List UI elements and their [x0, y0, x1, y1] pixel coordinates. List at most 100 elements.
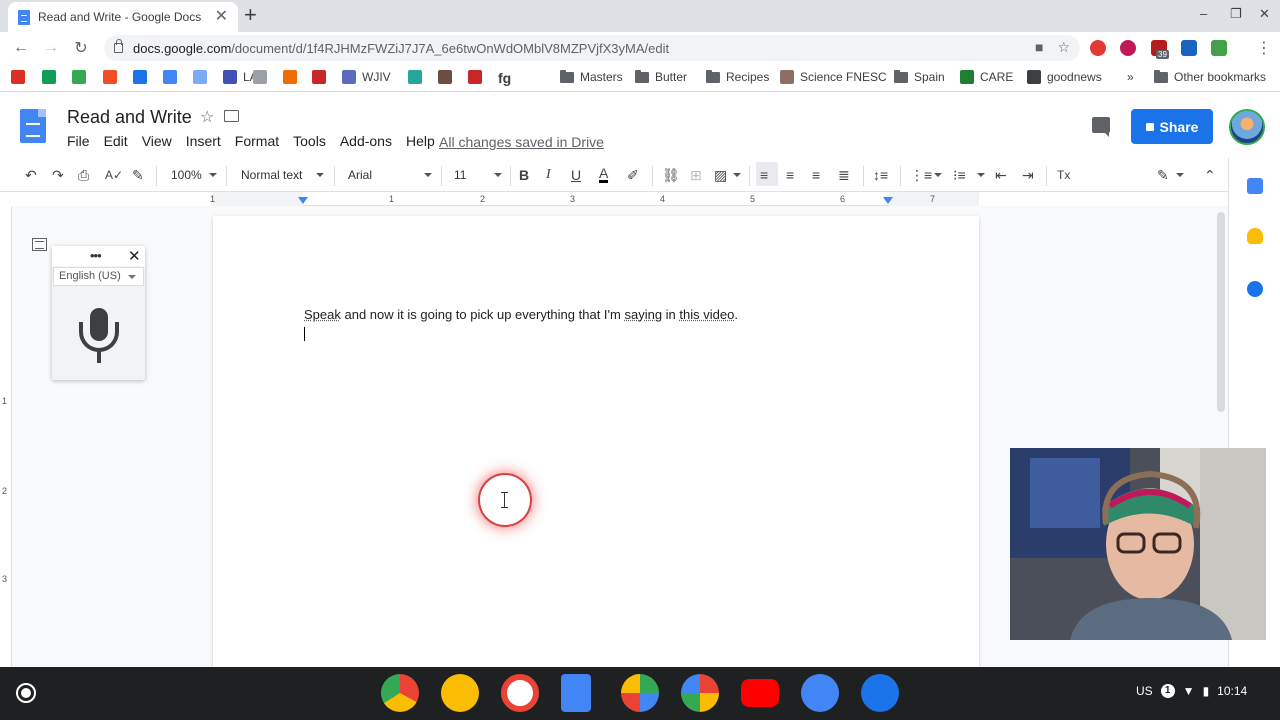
document-title[interactable]: Read and Write [67, 107, 192, 128]
bookmark-item[interactable]: Science FNESC [780, 70, 887, 84]
redo-icon[interactable]: ↷ [52, 166, 64, 184]
menu-insert[interactable]: Insert [186, 133, 235, 149]
justify-icon[interactable]: ≣ [838, 166, 850, 184]
back-button[interactable]: ← [8, 39, 34, 57]
menu-edit[interactable]: Edit [104, 133, 142, 149]
bookmark-item[interactable] [283, 70, 297, 84]
increase-indent-icon[interactable]: ⇥ [1022, 166, 1034, 184]
italic-button[interactable]: I [546, 166, 551, 184]
left-indent-marker[interactable] [298, 197, 308, 204]
forward-button[interactable]: → [38, 39, 64, 57]
star-icon[interactable]: ☆ [200, 107, 214, 127]
font-select[interactable]: Arial [348, 168, 432, 182]
bulleted-list-icon[interactable]: ⁝≡ [953, 166, 966, 184]
bold-button[interactable]: B [519, 166, 529, 184]
bookmark-item[interactable]: Masters [560, 69, 623, 84]
right-indent-marker[interactable] [883, 197, 893, 204]
photos-app-icon[interactable] [681, 674, 719, 712]
microphone-button[interactable] [79, 308, 119, 366]
bookmark-item[interactable] [103, 70, 117, 84]
paint-format-icon[interactable]: ✎ [132, 166, 144, 184]
messages-app-icon[interactable] [861, 674, 899, 712]
bookmark-item[interactable]: Butter [635, 69, 687, 84]
reload-button[interactable]: ↻ [68, 38, 94, 58]
font-size-select[interactable]: 11 [454, 168, 502, 182]
text-color-button[interactable]: A [599, 166, 609, 183]
minimize-button[interactable]: – [1200, 6, 1207, 21]
decrease-indent-icon[interactable]: ⇤ [995, 166, 1007, 184]
new-tab-button[interactable]: + [244, 4, 257, 26]
document-body-text[interactable]: Speak and now it is going to pick up eve… [304, 307, 738, 322]
bookmark-item[interactable] [253, 70, 267, 84]
document-outline-icon[interactable] [32, 238, 47, 251]
youtube-app-icon[interactable] [741, 679, 779, 707]
bookmark-item[interactable] [438, 70, 452, 84]
move-to-folder-icon[interactable] [224, 110, 239, 122]
calendar-icon[interactable] [1247, 178, 1263, 194]
collapse-menus-icon[interactable]: ⌃ [1204, 166, 1216, 184]
maximize-button[interactable]: ❐ [1230, 6, 1242, 22]
bookmark-item[interactable] [468, 70, 482, 84]
extension-icon[interactable] [1090, 40, 1106, 56]
numbered-list-icon[interactable]: ⋮≡ [910, 166, 932, 184]
align-right-icon[interactable]: ≡ [812, 166, 820, 184]
status-tray[interactable]: US 1 ▼ ▮ 10:14 [1136, 684, 1247, 698]
editing-mode-icon[interactable]: ✎ [1157, 166, 1169, 184]
extension-icon[interactable] [1120, 40, 1136, 56]
bookmark-item[interactable] [72, 70, 86, 84]
bookmark-item[interactable]: Spain [894, 69, 945, 84]
save-status[interactable]: All changes saved in Drive [439, 134, 604, 150]
link-icon[interactable]: ⛓ [662, 166, 680, 184]
highlight-icon[interactable]: ✐ [627, 166, 639, 184]
zoom-select[interactable]: 100% [171, 168, 217, 182]
menu-addons[interactable]: Add-ons [340, 133, 406, 149]
docs-app-icon[interactable] [561, 674, 591, 712]
bookmark-item[interactable] [408, 70, 422, 84]
tasks-icon[interactable] [1247, 281, 1263, 297]
menu-tools[interactable]: Tools [293, 133, 340, 149]
line-spacing-icon[interactable]: ↕≡ [873, 166, 888, 184]
comment-add-icon[interactable]: ⊞ [690, 166, 702, 184]
comment-history-icon[interactable] [1092, 117, 1110, 137]
play-store-app-icon[interactable] [621, 674, 659, 712]
bookmark-item[interactable] [42, 70, 56, 84]
style-select[interactable]: Normal text [241, 168, 325, 182]
chrome-menu-icon[interactable]: ⋮ [1256, 38, 1272, 58]
chrome-app-icon[interactable] [381, 674, 419, 712]
docs-logo-icon[interactable] [20, 109, 46, 143]
bookmark-item[interactable]: CARE [960, 70, 1013, 84]
avatar[interactable] [1229, 109, 1265, 145]
launcher-button[interactable] [16, 683, 36, 703]
document-page[interactable] [213, 216, 979, 667]
bookmark-item[interactable]: Other bookmarks [1154, 69, 1266, 84]
bookmark-item[interactable] [133, 70, 147, 84]
menu-format[interactable]: Format [235, 133, 293, 149]
extension-icon[interactable] [1181, 40, 1197, 56]
bookmark-star-icon[interactable]: ☆ [1057, 39, 1070, 56]
close-window-button[interactable]: ✕ [1259, 6, 1270, 22]
align-center-icon[interactable]: ≡ [786, 166, 794, 184]
keep-icon[interactable] [1247, 228, 1263, 244]
camera-icon[interactable]: ■ [1035, 39, 1043, 56]
align-left-icon[interactable]: ≡ [760, 166, 768, 184]
bookmark-item[interactable]: Recipes [706, 69, 769, 84]
clear-formatting-icon[interactable]: Tx [1057, 166, 1070, 184]
menu-view[interactable]: View [142, 133, 186, 149]
image-icon[interactable]: ▨ [714, 166, 727, 184]
bookmark-item[interactable]: fg [498, 70, 511, 86]
menu-file[interactable]: File [67, 133, 104, 149]
bookmark-item[interactable] [163, 70, 177, 84]
keep-app-icon[interactable] [441, 674, 479, 712]
extension-icon[interactable] [1211, 40, 1227, 56]
bookmark-item[interactable]: goodnews [1027, 70, 1102, 84]
bookmark-item[interactable] [193, 70, 207, 84]
bookmark-item[interactable]: WJIV [342, 70, 391, 84]
close-icon[interactable]: ✕ [128, 247, 141, 265]
scrollbar[interactable] [1217, 212, 1225, 412]
share-button[interactable]: Share [1131, 109, 1213, 144]
files-app-icon[interactable] [801, 674, 839, 712]
underline-button[interactable]: U [571, 166, 581, 184]
bookmark-item[interactable] [11, 70, 25, 84]
tab-close-icon[interactable]: ✕ [215, 9, 228, 25]
bookmark-item[interactable]: » [1127, 70, 1134, 84]
